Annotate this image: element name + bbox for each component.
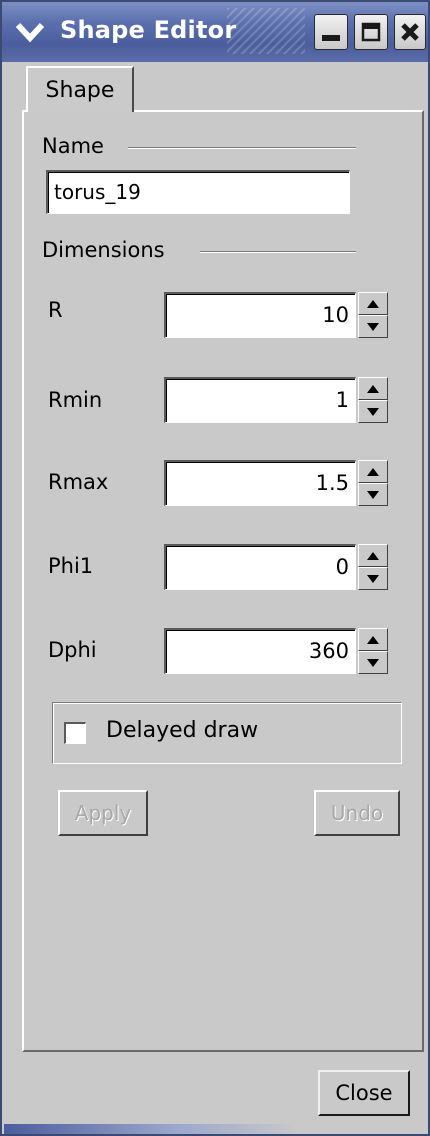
r-decrement-button[interactable] — [358, 315, 388, 338]
close-button-label: Close — [335, 1081, 393, 1105]
dimensions-group-label: Dimensions — [42, 238, 165, 262]
r-spinner — [358, 292, 388, 338]
dimensions-group-separator — [200, 251, 356, 253]
title-bar-pattern — [227, 8, 305, 54]
title-bar[interactable]: Shape Editor — [2, 2, 428, 62]
shape-editor-window: Shape Editor Shape Name torus_19 Dimensi… — [0, 0, 430, 1136]
tab-shape[interactable]: Shape — [26, 66, 134, 112]
apply-button-label: Apply — [74, 801, 132, 825]
arrow-up-icon — [367, 384, 379, 393]
rmax-input[interactable]: 1.5 — [164, 460, 356, 506]
maximize-icon — [361, 22, 381, 42]
arrow-up-icon — [367, 551, 379, 560]
dphi-spinner — [358, 628, 388, 674]
rmax-spinner — [358, 460, 388, 506]
rmin-input[interactable]: 1 — [164, 377, 356, 423]
arrow-up-icon — [367, 467, 379, 476]
apply-button[interactable]: Apply — [58, 790, 148, 836]
rmax-increment-button[interactable] — [358, 460, 388, 483]
phi1-label: Phi1 — [48, 554, 94, 578]
dphi-increment-button[interactable] — [358, 628, 388, 651]
arrow-down-icon — [367, 490, 379, 499]
arrow-down-icon — [367, 322, 379, 331]
phi1-spinner — [358, 544, 388, 590]
window-menu-button[interactable] — [12, 16, 48, 48]
rmin-increment-button[interactable] — [358, 377, 388, 400]
tab-shape-label: Shape — [45, 77, 115, 103]
arrow-up-icon — [367, 299, 379, 308]
rmax-decrement-button[interactable] — [358, 483, 388, 506]
r-label: R — [48, 298, 63, 322]
close-window-button[interactable] — [394, 14, 426, 50]
phi1-input[interactable]: 0 — [164, 544, 356, 590]
window-bottom-edge — [4, 1124, 426, 1134]
window-title: Shape Editor — [60, 16, 237, 44]
arrow-down-icon — [367, 407, 379, 416]
rmin-spinner — [358, 377, 388, 423]
name-group-separator — [128, 147, 356, 149]
undo-button-label: Undo — [330, 801, 384, 825]
close-icon — [401, 23, 419, 41]
phi1-decrement-button[interactable] — [358, 567, 388, 590]
arrow-down-icon — [367, 658, 379, 667]
name-input[interactable]: torus_19 — [46, 170, 350, 214]
name-group-label: Name — [42, 134, 104, 158]
r-increment-button[interactable] — [358, 292, 388, 315]
minimize-icon — [322, 35, 340, 41]
dphi-label: Dphi — [48, 638, 97, 662]
delayed-draw-checkbox[interactable] — [64, 722, 86, 744]
rmin-decrement-button[interactable] — [358, 400, 388, 423]
minimize-button[interactable] — [314, 14, 348, 50]
rmin-label: Rmin — [48, 388, 103, 412]
dphi-decrement-button[interactable] — [358, 651, 388, 674]
r-input[interactable]: 10 — [164, 292, 356, 338]
chevron-down-icon — [15, 22, 45, 43]
rmax-label: Rmax — [48, 470, 109, 494]
tab-strip: Shape — [20, 62, 426, 112]
phi1-increment-button[interactable] — [358, 544, 388, 567]
dphi-input[interactable]: 360 — [164, 628, 356, 674]
arrow-down-icon — [367, 574, 379, 583]
undo-button[interactable]: Undo — [314, 790, 400, 836]
delayed-draw-label[interactable]: Delayed draw — [106, 718, 258, 743]
close-button[interactable]: Close — [318, 1070, 410, 1116]
maximize-button[interactable] — [354, 14, 388, 50]
arrow-up-icon — [367, 635, 379, 644]
